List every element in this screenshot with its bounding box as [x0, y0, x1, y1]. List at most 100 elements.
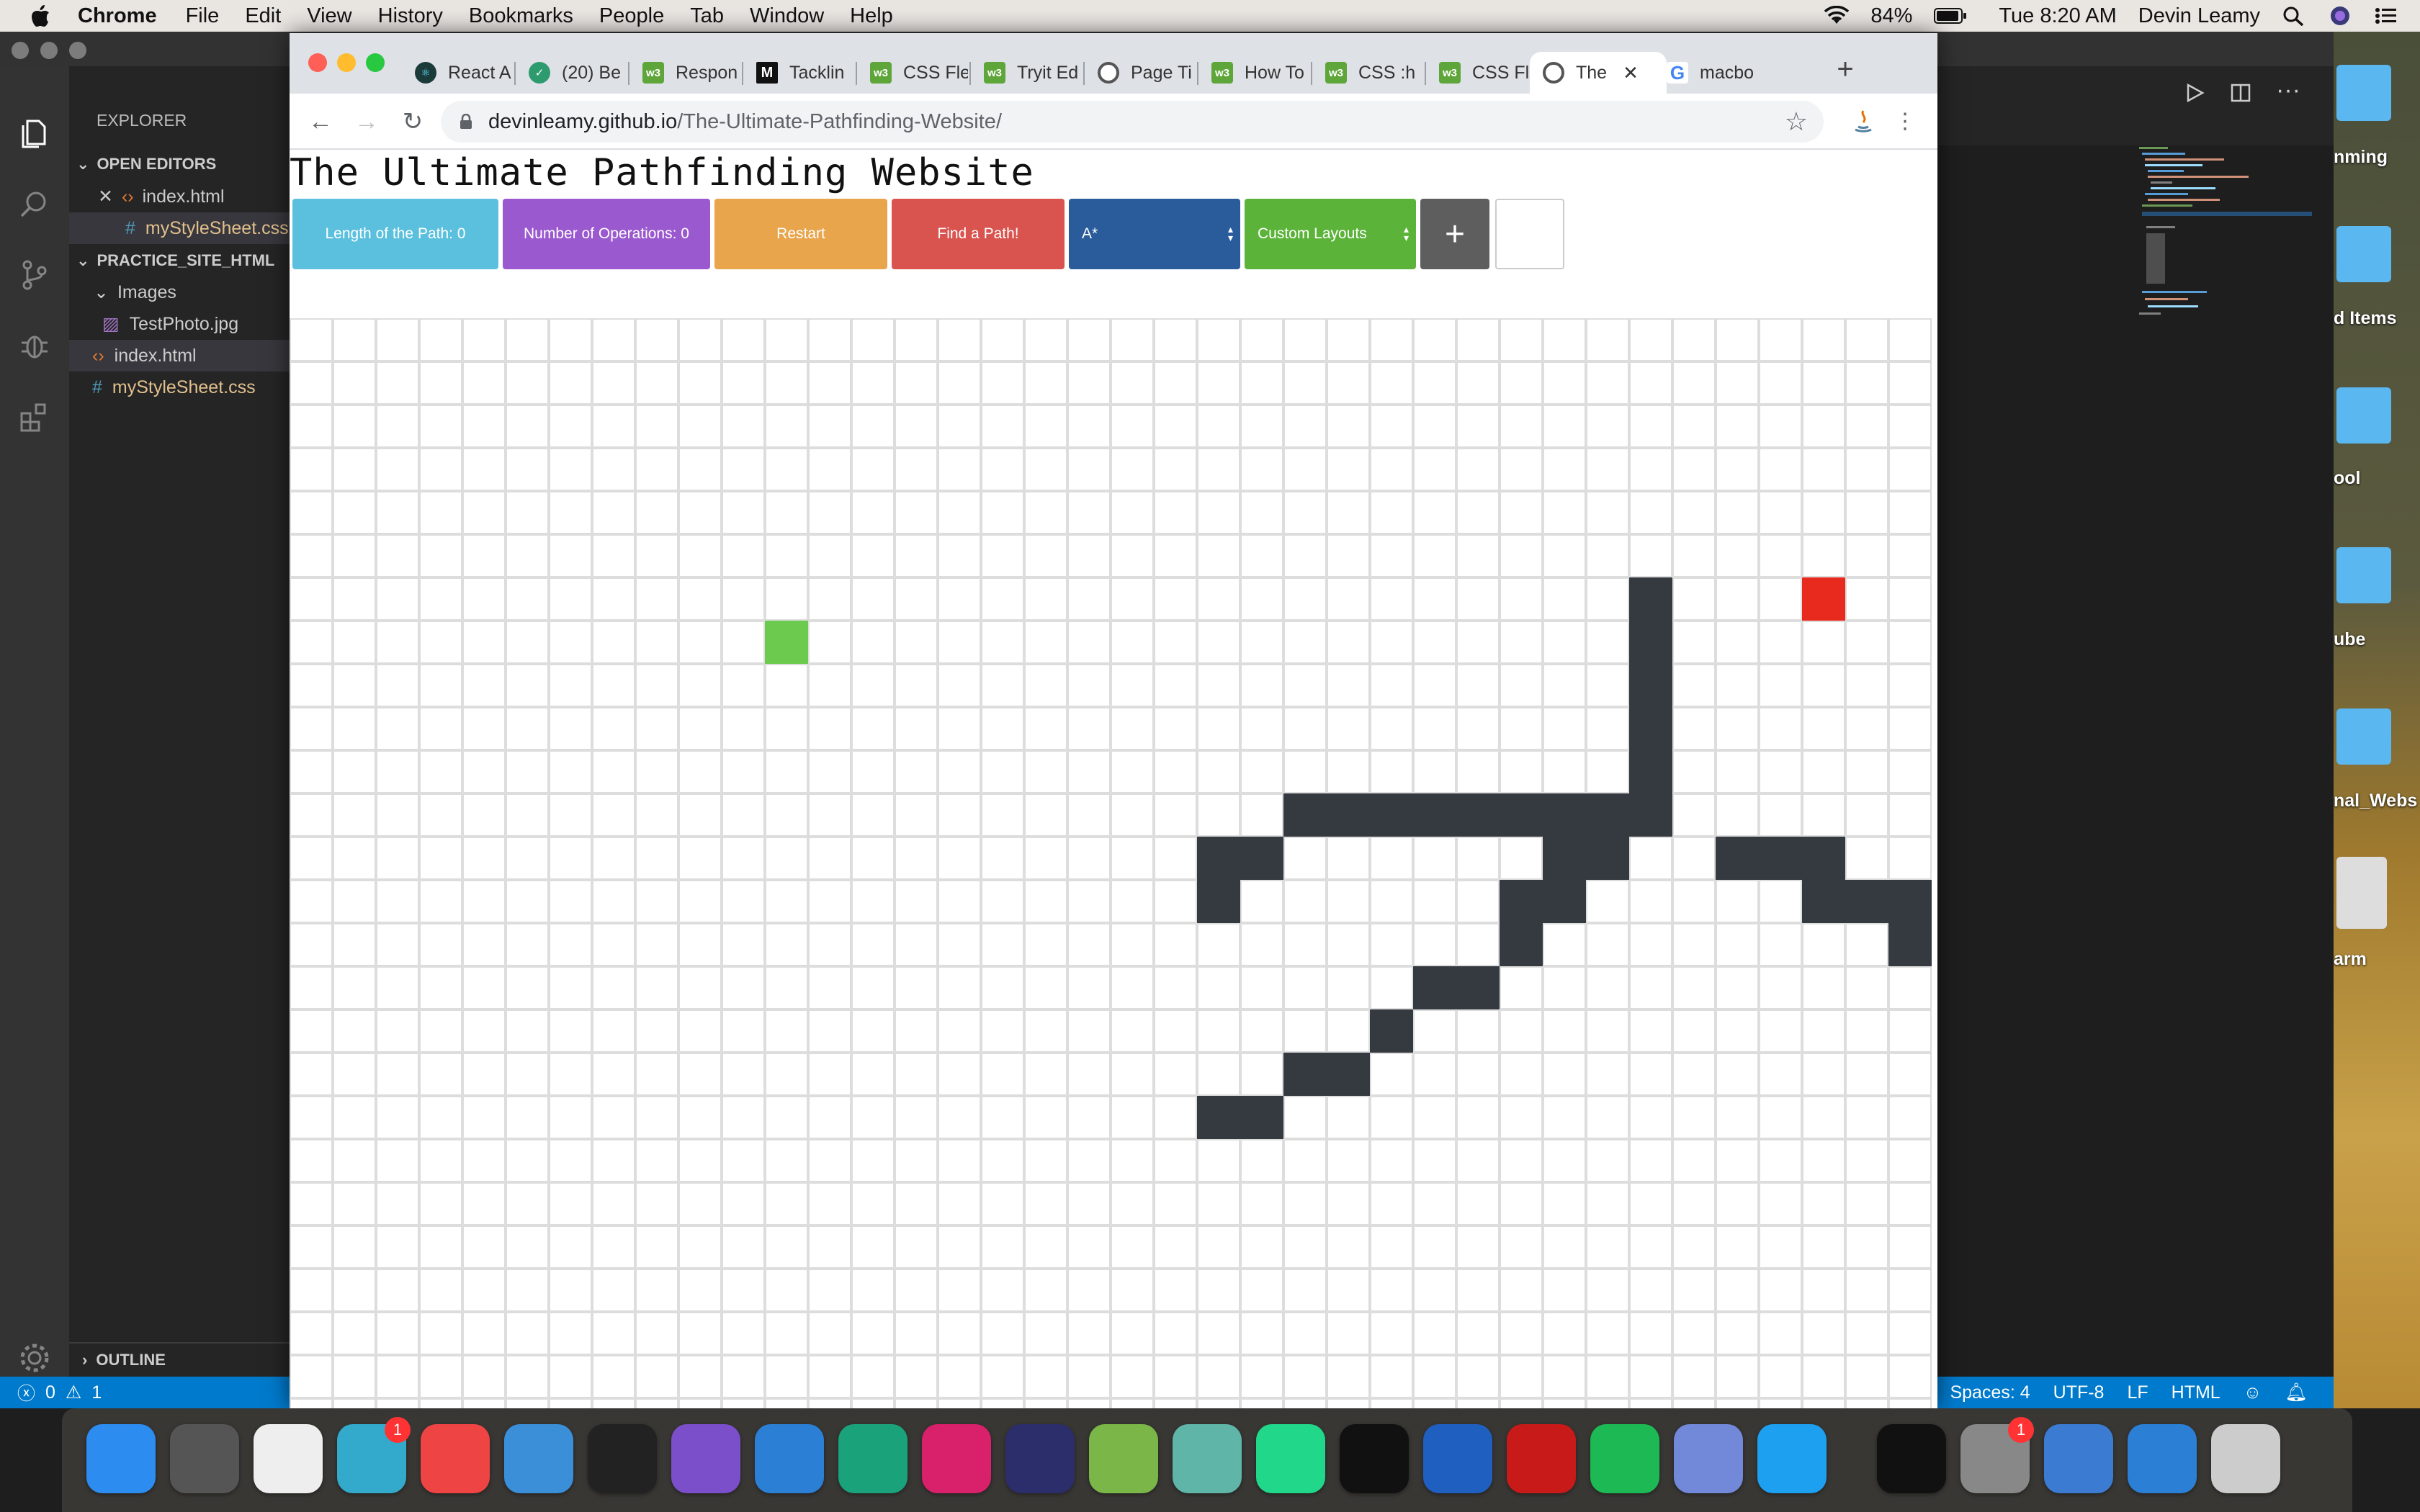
grid-cell[interactable]	[1500, 577, 1543, 621]
grid-cell[interactable]	[376, 1096, 419, 1139]
grid-cell[interactable]	[765, 534, 808, 577]
grid-cell[interactable]	[1111, 837, 1154, 880]
grid-cell[interactable]	[938, 1139, 981, 1182]
grid-cell[interactable]	[462, 664, 506, 707]
grid-cell[interactable]	[1024, 1053, 1067, 1096]
grid-cell[interactable]	[895, 923, 938, 966]
grid-cell[interactable]	[938, 361, 981, 405]
grid-cell[interactable]	[1240, 923, 1283, 966]
settings-gear-icon[interactable]	[17, 1341, 52, 1375]
grid-cell[interactable]	[1240, 534, 1283, 577]
grid-cell[interactable]	[765, 837, 808, 880]
grid-cell[interactable]	[1759, 1182, 1802, 1225]
grid-cell[interactable]	[1456, 448, 1500, 491]
grid-cell[interactable]	[635, 923, 678, 966]
grid-cell[interactable]	[1802, 534, 1845, 577]
grid-cell[interactable]	[808, 1009, 851, 1053]
grid-cell[interactable]	[1240, 664, 1283, 707]
grid-cell[interactable]	[549, 1096, 592, 1139]
grid-cell[interactable]	[1672, 1096, 1716, 1139]
grid-cell[interactable]	[1845, 448, 1888, 491]
grid-cell[interactable]	[1456, 1182, 1500, 1225]
grid-cell[interactable]	[506, 1139, 549, 1182]
grid-cell[interactable]	[851, 1053, 895, 1096]
grid-cell[interactable]	[678, 1225, 722, 1269]
grid-cell[interactable]	[765, 1139, 808, 1182]
drive-icon[interactable]	[2336, 857, 2387, 929]
grid-cell[interactable]	[1888, 1096, 1932, 1139]
grid-cell[interactable]	[592, 923, 635, 966]
grid-cell[interactable]	[722, 1355, 765, 1398]
grid-cell[interactable]	[592, 1139, 635, 1182]
grid-cell[interactable]	[1413, 577, 1456, 621]
wall-cell[interactable]	[1888, 880, 1932, 923]
grid-cell[interactable]	[981, 318, 1024, 361]
grid-cell[interactable]	[765, 405, 808, 448]
grid-cell[interactable]	[1888, 1182, 1932, 1225]
grid-cell[interactable]	[333, 966, 376, 1009]
grid-cell[interactable]	[1240, 405, 1283, 448]
grid-cell[interactable]	[1327, 1139, 1370, 1182]
grid-cell[interactable]	[592, 664, 635, 707]
grid-cell[interactable]	[1024, 491, 1067, 534]
grid-cell[interactable]	[808, 1312, 851, 1355]
grid-cell[interactable]	[1197, 1312, 1240, 1355]
grid-cell[interactable]	[1240, 1009, 1283, 1053]
grid-cell[interactable]	[1888, 405, 1932, 448]
wall-cell[interactable]	[1500, 880, 1543, 923]
grid-cell[interactable]	[1500, 405, 1543, 448]
grid-cell[interactable]	[678, 923, 722, 966]
grid-cell[interactable]	[419, 707, 462, 750]
grid-cell[interactable]	[462, 1312, 506, 1355]
grid-cell[interactable]	[333, 793, 376, 837]
grid-cell[interactable]	[290, 664, 333, 707]
grid-cell[interactable]	[1759, 1139, 1802, 1182]
grid-cell[interactable]	[938, 491, 981, 534]
menu-view[interactable]: View	[307, 4, 351, 28]
grid-cell[interactable]	[1067, 750, 1111, 793]
grid-cell[interactable]	[419, 1053, 462, 1096]
grid-cell[interactable]	[290, 750, 333, 793]
dock-terminal-icon[interactable]	[1340, 1424, 1409, 1493]
tab-4[interactable]: M Tacklin	[746, 52, 854, 94]
wall-cell[interactable]	[1283, 793, 1327, 837]
grid-cell[interactable]	[1629, 1225, 1672, 1269]
grid-cell[interactable]	[938, 1269, 981, 1312]
grid-cell[interactable]	[1845, 1096, 1888, 1139]
grid-cell[interactable]	[1327, 577, 1370, 621]
grid-cell[interactable]	[333, 1225, 376, 1269]
grid-cell[interactable]	[938, 1009, 981, 1053]
grid-cell[interactable]	[1111, 1009, 1154, 1053]
grid-cell[interactable]	[1456, 361, 1500, 405]
grid-cell[interactable]	[1456, 837, 1500, 880]
grid-cell[interactable]	[1154, 880, 1197, 923]
grid-cell[interactable]	[1845, 664, 1888, 707]
grid-cell[interactable]	[1111, 621, 1154, 664]
grid-cell[interactable]	[808, 318, 851, 361]
grid-cell[interactable]	[1327, 966, 1370, 1009]
grid-cell[interactable]	[1500, 1398, 1543, 1408]
grid-cell[interactable]	[592, 793, 635, 837]
grid-cell[interactable]	[506, 966, 549, 1009]
grid-cell[interactable]	[1197, 750, 1240, 793]
grid-cell[interactable]	[1456, 1139, 1500, 1182]
grid-cell[interactable]	[1283, 1096, 1327, 1139]
grid-cell[interactable]	[1543, 361, 1586, 405]
grid-cell[interactable]	[1759, 1096, 1802, 1139]
grid-cell[interactable]	[1370, 750, 1413, 793]
grid-cell[interactable]	[1413, 1182, 1456, 1225]
grid-cell[interactable]	[1197, 577, 1240, 621]
grid-cell[interactable]	[462, 361, 506, 405]
wall-cell[interactable]	[1500, 793, 1543, 837]
grid-cell[interactable]	[895, 750, 938, 793]
grid-cell[interactable]	[376, 1182, 419, 1225]
grid-cell[interactable]	[290, 1139, 333, 1182]
grid-cell[interactable]	[1413, 621, 1456, 664]
grid-cell[interactable]	[1802, 1139, 1845, 1182]
tab-close-icon[interactable]: ✕	[1623, 62, 1639, 84]
grid-cell[interactable]	[895, 1355, 938, 1398]
grid-cell[interactable]	[981, 966, 1024, 1009]
dock-trash-icon[interactable]	[2211, 1424, 2280, 1493]
grid-cell[interactable]	[592, 1053, 635, 1096]
grid-cell[interactable]	[1500, 966, 1543, 1009]
